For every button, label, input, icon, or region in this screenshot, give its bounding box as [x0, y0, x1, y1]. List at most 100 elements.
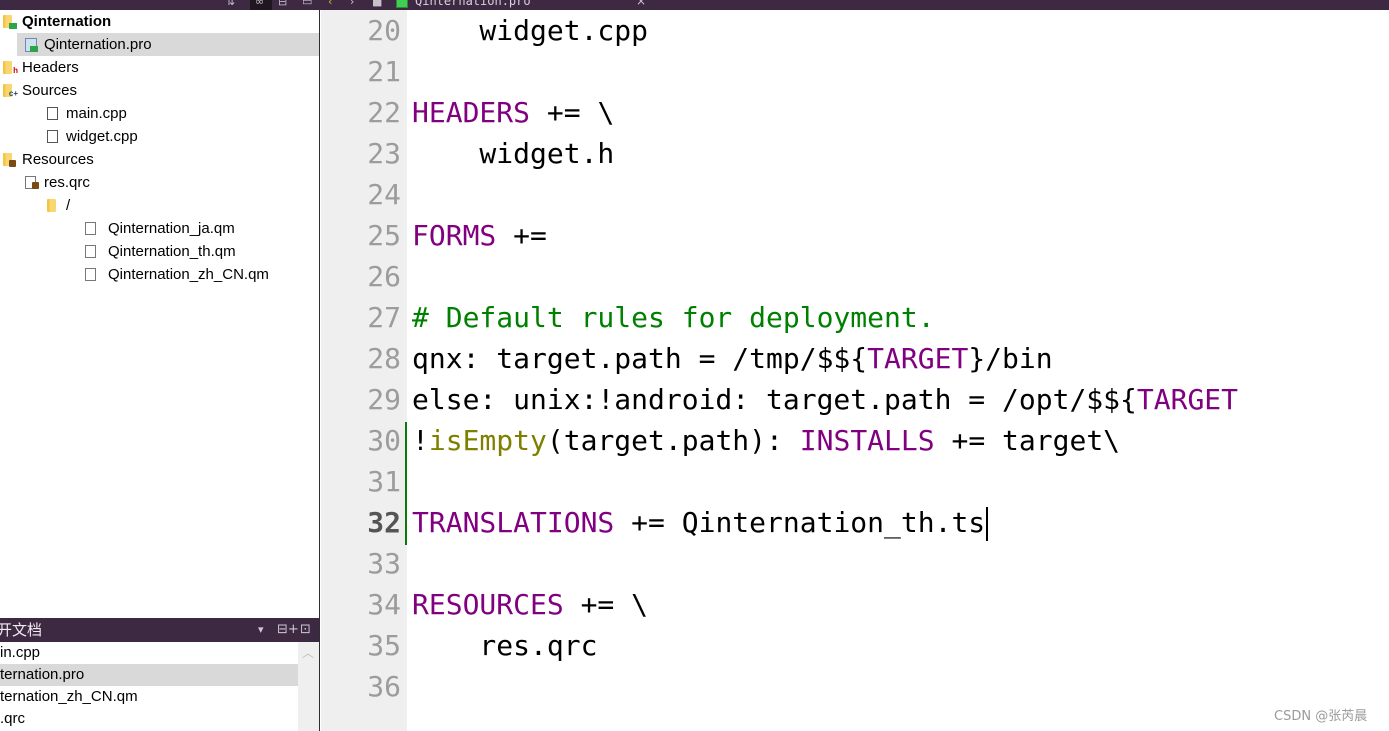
qt-project-folder-icon	[3, 15, 17, 29]
code-line[interactable]: !isEmpty(target.path): INSTALLS += targe…	[412, 420, 1120, 461]
text-token: !	[412, 424, 429, 457]
file-icon	[85, 222, 96, 235]
tree-item-label: Headers	[22, 59, 79, 76]
code-line[interactable]: # Default rules for deployment.	[412, 297, 935, 338]
code-line[interactable]: HEADERS += \	[412, 92, 614, 133]
code-line[interactable]: res.qrc	[412, 625, 597, 666]
code-line[interactable]: widget.h	[412, 133, 614, 174]
scroll-up-icon[interactable]: ︿	[302, 644, 314, 661]
code-line[interactable]: widget.cpp	[412, 10, 648, 51]
text-token: += target\	[934, 424, 1121, 457]
line-number: 28	[367, 342, 401, 375]
tree-item-label: Qinternation.pro	[44, 36, 152, 53]
qrc-file-icon	[25, 176, 39, 189]
tree-item[interactable]: Qinternation_th.qm	[0, 240, 319, 263]
code-line[interactable]: FORMS +=	[412, 215, 547, 256]
line-number: 36	[367, 670, 401, 703]
line-number: 25	[367, 219, 401, 252]
resources-folder-icon	[3, 153, 16, 167]
tree-item[interactable]: Qinternation_ja.qm	[0, 217, 319, 240]
open-documents-title: 开文档	[0, 621, 43, 639]
tree-item[interactable]: ⌄c+Sources	[0, 77, 319, 102]
split-add-icon[interactable]: ⊟+	[277, 618, 299, 642]
tree-item[interactable]: main.cpp	[0, 102, 319, 125]
text-token: += Qinternation_th.ts	[614, 506, 986, 539]
headers-folder-icon: h	[3, 61, 18, 75]
tree-item[interactable]: ⌄Resources	[0, 146, 319, 171]
change-marker	[405, 504, 407, 545]
tree-item-label: Sources	[22, 82, 78, 99]
text-token: }/bin	[968, 342, 1053, 375]
sync-icon[interactable]: ⇅	[226, 0, 235, 8]
lock-icon: ■	[372, 0, 383, 8]
line-number: 22	[367, 96, 401, 129]
cpp-file-icon	[47, 130, 58, 143]
code-line[interactable]: qnx: target.path = /tmp/$${TARGET}/bin	[412, 338, 1053, 379]
text-token: +=	[496, 219, 547, 252]
keyword-token: TARGET	[1136, 383, 1239, 416]
dropdown-icon[interactable]: ▾	[258, 618, 264, 642]
change-marker	[405, 463, 407, 504]
split-icon[interactable]: ⊟	[278, 0, 287, 8]
open-document-item[interactable]: ternation_zh_CN.qm	[0, 686, 298, 708]
top-toolbar: ⇅ ∞ ⊟ ▭ ‹ › ■ Qinternation.pro ×	[0, 0, 1389, 10]
close-panel-icon[interactable]: ⊡	[300, 618, 311, 642]
tree-item[interactable]: ›hHeaders	[0, 56, 319, 79]
tree-item[interactable]: widget.cpp	[0, 125, 319, 148]
line-number: 32	[367, 506, 401, 539]
keyword-token: HEADERS	[412, 96, 531, 129]
qt-project-icon	[396, 0, 408, 8]
text-token: widget.h	[412, 137, 615, 170]
function-token: isEmpty	[428, 424, 547, 457]
line-number: 21	[367, 55, 401, 88]
file-icon	[85, 268, 96, 281]
text-token: += \	[563, 588, 649, 621]
tree-item-label: /	[66, 197, 71, 214]
tree-item-label: widget.cpp	[66, 128, 138, 145]
close-icon[interactable]: ×	[636, 0, 646, 8]
document-title[interactable]: Qinternation.pro	[415, 0, 531, 8]
line-number: 27	[367, 301, 401, 334]
scrollbar[interactable]: ︿	[298, 642, 319, 731]
code-line[interactable]: TRANSLATIONS += Qinternation_th.ts	[412, 502, 989, 543]
keyword-token: TRANSLATIONS	[412, 506, 615, 539]
code-line[interactable]: else: unix:!android: target.path = /opt/…	[412, 379, 1238, 420]
forward-icon[interactable]: ›	[350, 0, 354, 8]
text-token: res.qrc	[412, 629, 598, 662]
text-token: (target.path):	[546, 424, 800, 457]
close-panel-icon[interactable]: ▭	[302, 0, 312, 8]
text-token: widget.cpp	[412, 14, 649, 47]
tree-item[interactable]: Qinternation_zh_CN.qm	[0, 263, 319, 286]
keyword-token: FORMS	[412, 219, 497, 252]
tree-item[interactable]: ⌄/	[0, 192, 319, 217]
keyword-token: TARGET	[867, 342, 969, 375]
line-number: 34	[367, 588, 401, 621]
tree-item[interactable]: Qinternation	[0, 10, 319, 33]
back-icon[interactable]: ‹	[328, 0, 332, 8]
line-number: 35	[367, 629, 401, 662]
watermark: CSDN @张芮晨	[1274, 709, 1368, 724]
open-document-item[interactable]: in.cpp	[0, 642, 298, 664]
line-number: 29	[367, 383, 401, 416]
code-line[interactable]: RESOURCES += \	[412, 584, 648, 625]
open-documents-header: 开文档 ▾ ⊟+ ⊡	[0, 618, 319, 642]
cpp-file-icon	[47, 107, 58, 120]
folder-icon	[47, 199, 56, 212]
line-number: 30	[367, 424, 401, 457]
open-document-item[interactable]: ternation.pro	[0, 664, 298, 686]
tree-item-label: Qinternation_th.qm	[108, 243, 236, 260]
tree-item-label: main.cpp	[66, 105, 127, 122]
file-icon	[85, 245, 96, 258]
open-document-item[interactable]: .qrc	[0, 708, 298, 730]
link-icon[interactable]: ∞	[255, 0, 264, 8]
line-number: 20	[367, 14, 401, 47]
text-token: += \	[530, 96, 615, 129]
text-token: qnx: target.path = /tmp/$${	[412, 342, 868, 375]
line-number: 24	[367, 178, 401, 211]
line-number: 31	[367, 465, 401, 498]
tree-item-label: Qinternation_ja.qm	[108, 220, 235, 237]
tree-item-label: Qinternation	[22, 13, 112, 30]
keyword-token: RESOURCES	[412, 588, 564, 621]
pro-file-icon	[25, 38, 38, 52]
tree-item[interactable]: Qinternation.pro	[17, 33, 319, 56]
